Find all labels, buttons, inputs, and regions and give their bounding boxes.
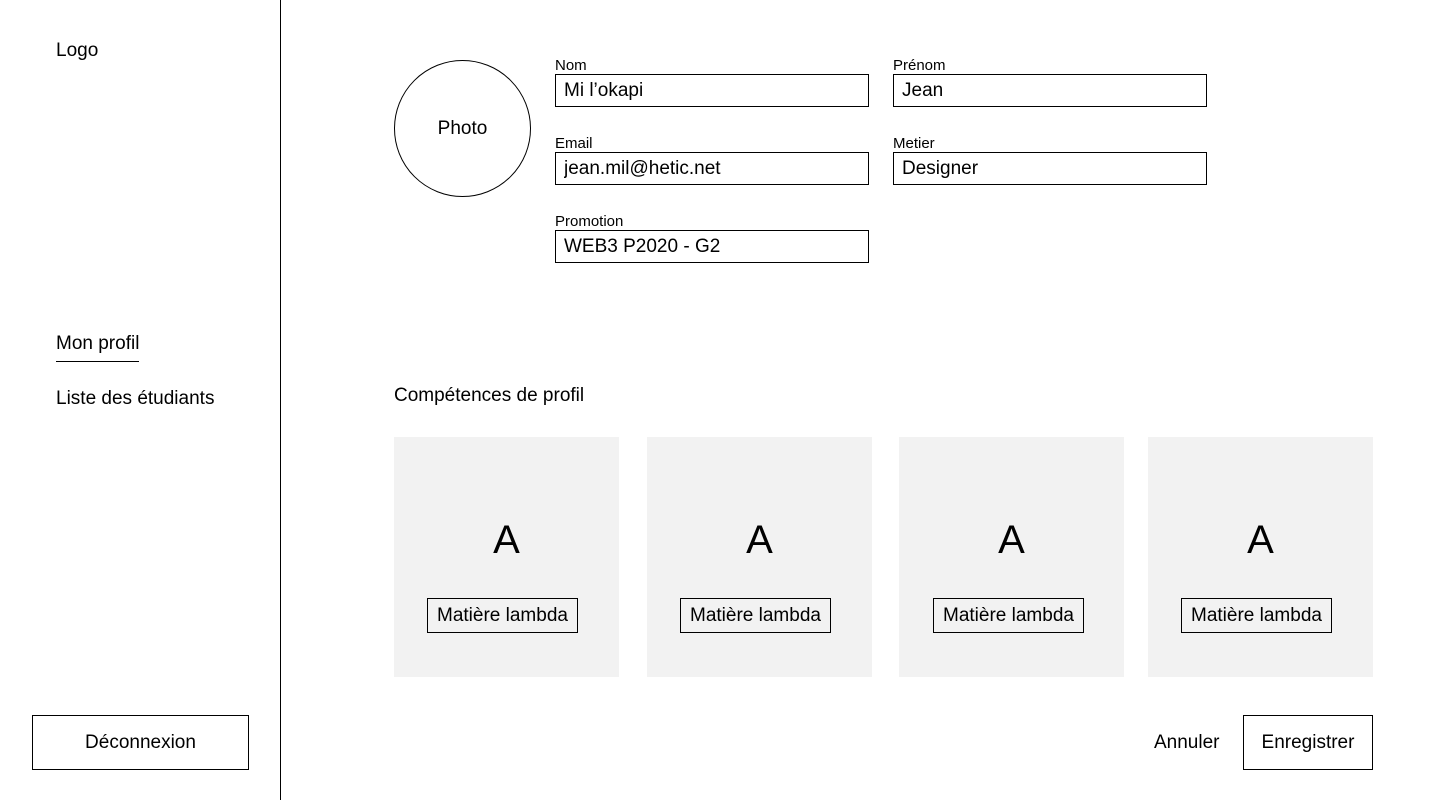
profile-photo[interactable]: Photo [394, 60, 531, 197]
field-metier: Metier [893, 135, 1207, 185]
profile-photo-label: Photo [437, 117, 488, 139]
skill-grade: A [493, 518, 520, 562]
skill-subject-tag: Matière lambda [1181, 598, 1332, 633]
nav-item-mon-profil[interactable]: Mon profil [56, 333, 140, 362]
field-prenom: Prénom [893, 57, 1207, 107]
nom-input[interactable] [555, 74, 869, 107]
nom-label: Nom [555, 57, 587, 74]
email-label: Email [555, 135, 593, 152]
skill-subject-tag: Matière lambda [680, 598, 831, 633]
metier-input[interactable] [893, 152, 1207, 185]
promotion-input[interactable] [555, 230, 869, 263]
skills-title: Compétences de profil [394, 385, 585, 406]
logo[interactable]: Logo [56, 40, 98, 62]
skill-grade: A [1247, 518, 1274, 562]
prenom-input[interactable] [893, 74, 1207, 107]
email-input[interactable] [555, 152, 869, 185]
sidebar: Logo Mon profil Liste des étudiants Déco… [0, 0, 281, 800]
skill-subject-tag: Matière lambda [933, 598, 1084, 633]
metier-label: Metier [893, 135, 935, 152]
promotion-label: Promotion [555, 213, 624, 230]
prenom-label: Prénom [893, 57, 946, 74]
logout-button[interactable]: Déconnexion [32, 715, 249, 770]
skill-subject-tag: Matière lambda [427, 598, 578, 633]
skill-grade: A [998, 518, 1025, 562]
nav-item-liste-etudiants[interactable]: Liste des étudiants [56, 388, 214, 410]
save-button[interactable]: Enregistrer [1243, 715, 1373, 770]
field-email: Email [555, 135, 869, 185]
field-nom: Nom [555, 57, 869, 107]
field-promotion: Promotion [555, 213, 869, 263]
skill-grade: A [746, 518, 773, 562]
cancel-button[interactable]: Annuler [1148, 728, 1226, 758]
